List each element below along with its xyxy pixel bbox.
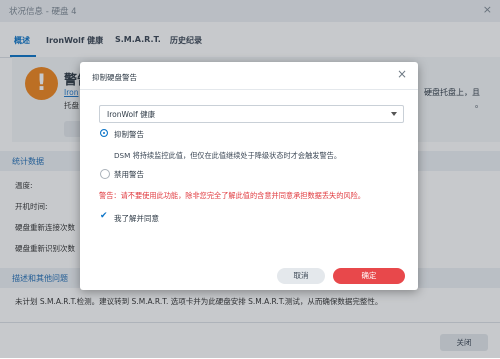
dialog-divider <box>80 89 418 90</box>
suppress-warning-radio[interactable] <box>100 129 108 137</box>
suppress-warning-label: 抑制警告 <box>114 130 144 139</box>
chevron-down-icon <box>391 112 397 116</box>
dialog-title: 抑制硬盘警告 <box>92 73 137 82</box>
risk-warning-text: 警告：请不要使用此功能，除非您完全了解此值的含意并同意承担数据丢失的风险。 <box>99 191 365 200</box>
warning-type-select[interactable]: IronWolf 健康 <box>99 105 404 123</box>
select-value: IronWolf 健康 <box>107 110 156 119</box>
agree-checkbox-icon[interactable]: ✔ <box>100 211 108 221</box>
dialog-close-icon[interactable]: × <box>397 67 407 81</box>
disable-warning-label: 禁用警告 <box>114 170 144 179</box>
suppress-warning-dialog: 抑制硬盘警告 × IronWolf 健康 抑制警告 DSM 将持续监控此值，但仅… <box>80 62 418 290</box>
confirm-button[interactable]: 确定 <box>333 268 405 284</box>
agree-checkbox-label[interactable]: 我了解并同意 <box>114 213 159 224</box>
disable-warning-radio[interactable] <box>100 169 110 179</box>
suppress-warning-hint: DSM 将持续监控此值，但仅在此值继续处于降级状态时才会触发警告。 <box>114 151 342 160</box>
cancel-button[interactable]: 取消 <box>277 268 325 284</box>
